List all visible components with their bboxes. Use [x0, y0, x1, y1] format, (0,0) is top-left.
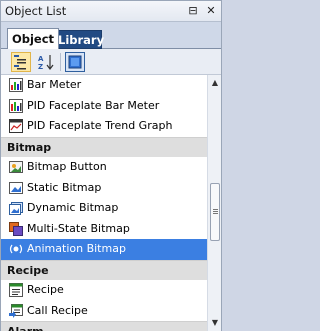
list-item[interactable]: Bar Meter [1, 75, 207, 96]
list-item-label: Bar Meter [27, 78, 82, 91]
bitmap-button-icon [9, 161, 23, 173]
list-item-label: PID Faceplate Trend Graph [27, 119, 173, 132]
list-item-label: Multi-State Bitmap [27, 221, 130, 235]
list-item-label: Dynamic Bitmap [27, 201, 119, 214]
static-bitmap-icon [9, 181, 23, 194]
group-header-recipe[interactable]: Recipe [1, 259, 207, 280]
tab-library[interactable]: Library [57, 30, 104, 49]
list-item-label: Static Bitmap [27, 180, 102, 194]
list-item[interactable]: Multi-State Bitmap [1, 219, 207, 240]
view-icon [68, 55, 82, 69]
svg-text:Z: Z [38, 63, 43, 71]
list-item[interactable]: Static Bitmap [1, 178, 207, 199]
multi-state-bitmap-icon [9, 221, 23, 236]
list-item[interactable]: Dynamic Bitmap [1, 198, 207, 219]
scroll-up-icon[interactable]: ▲ [209, 77, 221, 89]
object-list-panel: Object List ⊟ ✕ Object Library A Z Bar M… [0, 0, 222, 331]
list-item[interactable]: PID Faceplate Bar Meter [1, 96, 207, 117]
list-item[interactable]: PID Faceplate Trend Graph [1, 116, 207, 137]
list-item-label: PID Faceplate Bar Meter [27, 98, 160, 112]
title-bar: Object List ⊟ ✕ [1, 1, 221, 22]
toolbar: A Z [1, 49, 221, 75]
pid-trend-icon [9, 119, 23, 133]
toggle-view-button[interactable] [65, 52, 85, 72]
sort-alphabetical-button[interactable]: A Z [36, 52, 56, 72]
sort-az-icon: A Z [38, 55, 54, 71]
list-item-label: Call Recipe [27, 303, 88, 317]
sort-by-category-button[interactable] [11, 52, 31, 72]
scroll-down-icon[interactable]: ▼ [209, 317, 221, 329]
panel-title: Object List [5, 4, 67, 18]
object-list: Bar Meter PID Faceplate Bar Meter PID Fa… [1, 75, 207, 331]
list-item[interactable]: Call Recipe [1, 301, 207, 322]
group-header-bitmap[interactable]: Bitmap [1, 136, 207, 157]
call-recipe-icon [9, 303, 23, 318]
bar-meter-icon [9, 78, 23, 92]
animation-bitmap-icon [9, 244, 23, 254]
list-item[interactable]: Bitmap Button [1, 157, 207, 178]
dynamic-bitmap-icon [9, 202, 23, 215]
pin-icon[interactable]: ⊟ [186, 4, 200, 18]
tab-object[interactable]: Object [7, 28, 59, 49]
vertical-scrollbar[interactable]: ▲ ▼ [207, 75, 221, 331]
recipe-icon [9, 283, 23, 297]
close-icon[interactable]: ✕ [204, 4, 218, 18]
tab-strip: Object Library [1, 22, 221, 49]
list-item-label: Bitmap Button [27, 160, 107, 173]
list-item-label: Animation Bitmap [27, 242, 126, 255]
pid-bar-icon [9, 98, 23, 113]
group-header-alarm[interactable]: Alarm [1, 321, 207, 331]
list-item-selected[interactable]: Animation Bitmap [1, 239, 207, 260]
toolbar-separator [60, 53, 61, 71]
list-item[interactable]: Recipe [1, 280, 207, 301]
list-item-label: Recipe [27, 283, 64, 296]
scroll-thumb[interactable] [210, 183, 220, 241]
svg-text:A: A [38, 55, 44, 63]
categorized-list-icon [14, 55, 26, 70]
